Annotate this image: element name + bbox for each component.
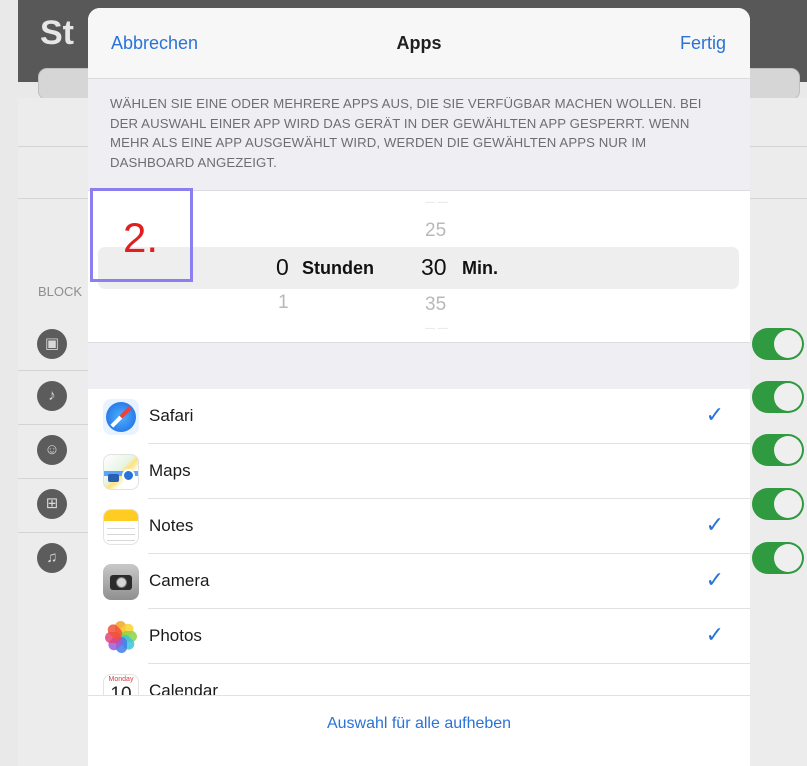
picker-fade-tick: — — <box>425 323 448 334</box>
description-text: WÄHLEN SIE EINE ODER MEHRERE APPS AUS, D… <box>110 96 702 170</box>
music-note-icon: ♫ <box>37 543 67 573</box>
app-row-calendar[interactable]: Monday 10 Calendar <box>88 664 750 695</box>
app-row-maps[interactable]: Maps <box>88 444 750 499</box>
app-row-photos[interactable]: Photos ✓ <box>88 609 750 664</box>
background-divider <box>18 478 88 479</box>
picker-selection-band <box>98 247 739 289</box>
background-toggle <box>752 381 804 413</box>
app-name: Safari <box>149 406 194 425</box>
checkmark-icon: ✓ <box>705 512 724 537</box>
picker-fade-tick: — — <box>425 197 448 208</box>
maps-icon <box>103 454 139 490</box>
app-name: Calendar <box>149 681 218 695</box>
people-icon: ☺ <box>37 435 67 465</box>
minutes-selected[interactable]: 30 <box>421 254 447 281</box>
background-toggle <box>752 328 804 360</box>
background-toggle <box>752 434 804 466</box>
background-title: St <box>40 14 74 52</box>
background-divider <box>18 370 88 371</box>
hours-selected[interactable]: 0 <box>276 254 289 281</box>
section-spacer <box>88 342 750 390</box>
checkmark-icon: ✓ <box>705 567 724 592</box>
minutes-unit-label: Min. <box>462 258 498 278</box>
calendar-icon: Monday 10 <box>103 674 139 695</box>
cart-icon: ⊞ <box>37 489 67 519</box>
checkmark-icon: ✓ <box>705 622 724 647</box>
camera-icon <box>103 564 139 600</box>
safari-icon <box>103 399 139 435</box>
app-row-safari[interactable]: Safari ✓ <box>88 389 750 444</box>
app-name: Notes <box>149 516 194 535</box>
checkmark-icon: ✓ <box>705 402 724 427</box>
app-row-notes[interactable]: Notes ✓ <box>88 499 750 554</box>
apps-modal: Abbrechen Apps Fertig WÄHLEN SIE EINE OD… <box>88 8 750 766</box>
photos-icon <box>103 619 139 655</box>
notes-icon <box>103 509 139 545</box>
hours-below[interactable]: 1 <box>278 292 289 314</box>
app-row-camera[interactable]: Camera ✓ <box>88 554 750 609</box>
annotation-step-label: 2. <box>123 214 159 261</box>
speech-bubble-icon: ▣ <box>37 329 67 359</box>
minutes-below[interactable]: 35 <box>425 294 446 316</box>
modal-footer: Auswahl für alle aufheben <box>88 695 750 766</box>
background-toggle <box>752 542 804 574</box>
background-section-label: BLOCK <box>38 284 83 299</box>
background-divider <box>18 424 88 425</box>
modal-title: Apps <box>396 33 442 53</box>
calendar-icon-day: Monday <box>108 676 134 683</box>
done-button[interactable]: Fertig <box>680 33 726 54</box>
app-list: Safari ✓ Maps Notes ✓ Camera ✓ Photos ✓ … <box>88 389 750 695</box>
deselect-all-button[interactable]: Auswahl für alle aufheben <box>88 715 750 733</box>
description-section: WÄHLEN SIE EINE ODER MEHRERE APPS AUS, D… <box>88 78 750 191</box>
app-name: Camera <box>149 571 210 590</box>
background-divider <box>18 532 88 533</box>
minutes-above[interactable]: 25 <box>425 220 446 242</box>
calendar-icon-date: 10 <box>110 684 132 695</box>
app-name: Photos <box>149 626 202 645</box>
hours-unit-label: Stunden <box>302 258 374 278</box>
modal-navigation-bar: Abbrechen Apps Fertig <box>88 8 750 78</box>
app-name: Maps <box>149 461 191 480</box>
guitar-icon: ♪ <box>37 381 67 411</box>
background-toggle <box>752 488 804 520</box>
